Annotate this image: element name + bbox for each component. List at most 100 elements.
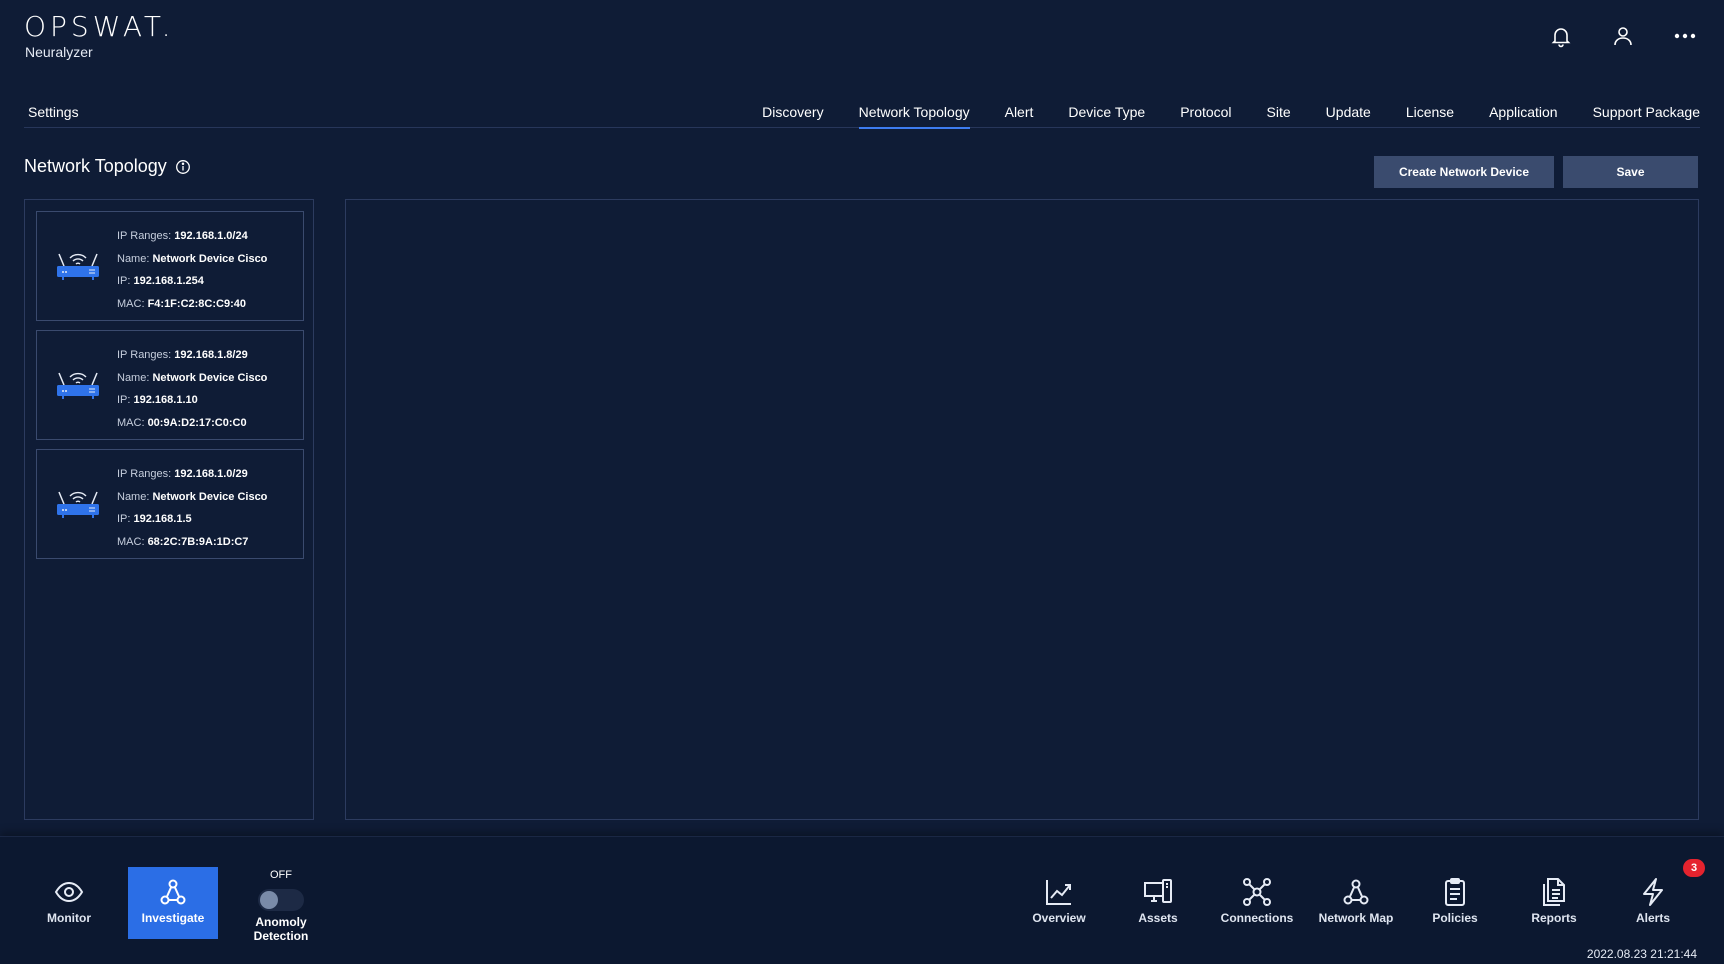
- anomaly-detection: OFF Anomoly Detection: [228, 869, 334, 943]
- nav-alerts[interactable]: Alerts: [1608, 867, 1698, 939]
- tab-network-topology[interactable]: Network Topology: [858, 92, 970, 129]
- tab-device-type[interactable]: Device Type: [1068, 92, 1145, 128]
- nav-alerts-label: Alerts: [1635, 911, 1670, 925]
- tab-discovery[interactable]: Discovery: [762, 92, 823, 128]
- mac-label: MAC:: [117, 297, 145, 310]
- nav-monitor-label: Monitor: [47, 911, 91, 925]
- device-card[interactable]: IP Ranges: 192.168.1.8/29 Name: Network …: [36, 330, 304, 440]
- ip-ranges-label: IP Ranges:: [117, 349, 172, 361]
- device-ip: IP: 192.168.1.5: [117, 508, 267, 531]
- alerts-badge: 3: [1683, 859, 1705, 877]
- mac-value: 00:9A:D2:17:C0:C0: [147, 416, 247, 429]
- tab-support-package[interactable]: Support Package: [1593, 92, 1700, 128]
- router-icon: [55, 246, 101, 282]
- device-ip: IP: 192.168.1.10: [117, 389, 267, 412]
- create-network-device-button[interactable]: Create Network Device: [1374, 156, 1554, 188]
- name-value: Network Device Cisco: [152, 252, 268, 265]
- device-info: IP Ranges: 192.168.1.8/29 Name: Network …: [117, 344, 267, 434]
- tab-site[interactable]: Site: [1267, 92, 1291, 128]
- ip-label: IP:: [117, 394, 131, 406]
- anomaly-toggle[interactable]: [258, 889, 304, 911]
- nav-policies-label: Policies: [1432, 911, 1478, 925]
- name-label: Name:: [117, 490, 150, 503]
- eye-icon: [54, 881, 84, 903]
- anomaly-state: OFF: [270, 869, 292, 881]
- device-name: Name: Network Device Cisco: [117, 486, 267, 509]
- clipboard-icon: [1445, 878, 1465, 906]
- page-title-row: Network Topology: [24, 156, 191, 188]
- hierarchy-icon: [1343, 879, 1369, 905]
- opswat-logo: OPSWAT.: [24, 10, 175, 43]
- device-mac: MAC: F4:1F:C2:8C:C9:40: [117, 293, 267, 316]
- ip-label: IP:: [117, 275, 131, 287]
- user-icon[interactable]: [1611, 24, 1635, 48]
- device-info: IP Ranges: 192.168.1.0/29 Name: Network …: [117, 463, 267, 553]
- name-value: Network Device Cisco: [152, 490, 268, 503]
- name-value: Network Device Cisco: [152, 371, 268, 384]
- ip-value: 192.168.1.5: [133, 513, 192, 525]
- nav-reports-label: Reports: [1531, 911, 1577, 925]
- device-name: Name: Network Device Cisco: [117, 248, 267, 271]
- tab-license[interactable]: License: [1406, 92, 1454, 128]
- ip-value: 192.168.1.10: [133, 394, 198, 406]
- ip-label: IP:: [117, 513, 131, 525]
- device-list-panel: IP Ranges: 192.168.1.0/24 Name: Network …: [24, 199, 314, 820]
- mac-value: F4:1F:C2:8C:C9:40: [147, 297, 246, 310]
- device-card[interactable]: IP Ranges: 192.168.1.0/24 Name: Network …: [36, 211, 304, 321]
- nav-investigate[interactable]: Investigate: [128, 867, 218, 939]
- bolt-icon: [1643, 878, 1663, 906]
- devices-icon: [1144, 879, 1172, 903]
- bell-icon[interactable]: [1549, 24, 1573, 48]
- anomaly-label: Anomoly Detection: [253, 915, 309, 943]
- device-ip: IP: 192.168.1.254: [117, 270, 267, 293]
- tab-application[interactable]: Application: [1489, 92, 1558, 128]
- nav-assets[interactable]: Assets: [1113, 867, 1203, 939]
- router-icon: [55, 365, 101, 401]
- tab-update[interactable]: Update: [1326, 92, 1371, 128]
- name-label: Name:: [117, 252, 150, 265]
- settings-title: Settings: [28, 104, 79, 120]
- nav-network-map-label: Network Map: [1318, 911, 1394, 925]
- device-name: Name: Network Device Cisco: [117, 367, 267, 390]
- device-ip-ranges: IP Ranges: 192.168.1.0/24: [117, 225, 267, 248]
- mac-label: MAC:: [117, 535, 145, 548]
- documents-icon: [1543, 878, 1565, 906]
- nav-overview[interactable]: Overview: [1014, 867, 1104, 939]
- device-info: IP Ranges: 192.168.1.0/24 Name: Network …: [117, 225, 267, 315]
- bottom-nav-bar: Monitor Investigate OFF Anomoly Detectio…: [0, 836, 1724, 964]
- nav-policies[interactable]: Policies: [1410, 867, 1500, 939]
- info-icon[interactable]: [175, 159, 191, 175]
- product-name: Neuralyzer: [25, 44, 93, 60]
- nav-monitor[interactable]: Monitor: [24, 867, 114, 939]
- name-label: Name:: [117, 371, 150, 384]
- network-icon: [1243, 878, 1271, 906]
- ip-ranges-value: 192.168.1.8/29: [174, 349, 248, 361]
- tab-protocol[interactable]: Protocol: [1180, 92, 1231, 128]
- mac-value: 68:2C:7B:9A:1D:C7: [147, 535, 249, 548]
- nav-connections-label: Connections: [1220, 911, 1294, 925]
- device-card[interactable]: IP Ranges: 192.168.1.0/29 Name: Network …: [36, 449, 304, 559]
- toggle-knob: [260, 891, 278, 909]
- hierarchy-icon: [160, 879, 186, 905]
- ip-ranges-value: 192.168.1.0/24: [174, 230, 248, 242]
- more-icon[interactable]: [1673, 24, 1697, 48]
- device-ip-ranges: IP Ranges: 192.168.1.8/29: [117, 344, 267, 367]
- nav-network-map[interactable]: Network Map: [1311, 867, 1401, 939]
- ip-ranges-label: IP Ranges:: [117, 230, 172, 242]
- device-ip-ranges: IP Ranges: 192.168.1.0/29: [117, 463, 267, 486]
- tab-alert[interactable]: Alert: [1005, 92, 1034, 128]
- nav-connections[interactable]: Connections: [1212, 867, 1302, 939]
- timestamp: 2022.08.23 21:21:44: [1586, 947, 1697, 961]
- router-icon: [55, 484, 101, 520]
- device-mac: MAC: 68:2C:7B:9A:1D:C7: [117, 531, 267, 554]
- nav-overview-label: Overview: [1032, 911, 1086, 925]
- save-button[interactable]: Save: [1563, 156, 1698, 188]
- page-title: Network Topology: [24, 156, 167, 176]
- settings-tabs: Discovery Network Topology Alert Device Typ…: [727, 92, 1700, 129]
- settings-bar: Settings Discovery Network Topology Alert D…: [24, 92, 1700, 129]
- nav-investigate-label: Investigate: [141, 911, 205, 925]
- nav-reports[interactable]: Reports: [1509, 867, 1599, 939]
- topology-canvas[interactable]: [345, 199, 1699, 820]
- nav-assets-label: Assets: [1138, 911, 1178, 925]
- app-header: OPSWAT. Neuralyzer: [0, 0, 1724, 80]
